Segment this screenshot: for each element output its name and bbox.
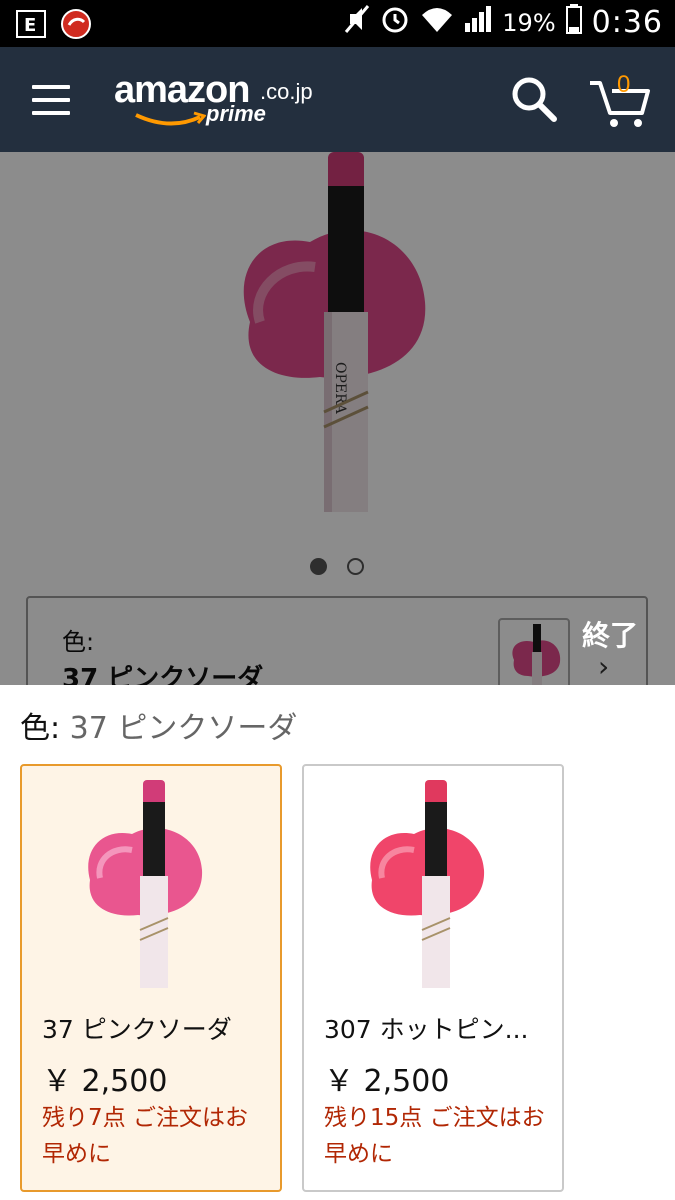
option-product-image (364, 780, 504, 990)
signal-icon (464, 5, 492, 40)
option-name: 307 ホットピン... (324, 1015, 529, 1044)
option-price: ￥ 2,500 (324, 1064, 450, 1099)
option-product-image (82, 780, 222, 990)
amazon-prime-logo[interactable]: amazon .co.jp prime (114, 69, 314, 133)
option-name: 37 ピンクソーダ (42, 1015, 232, 1044)
wifi-icon (420, 5, 454, 40)
security-app-icon (60, 8, 92, 44)
battery-icon (565, 4, 582, 41)
logo-domain: .co.jp (260, 79, 313, 104)
logo-prime: prime (206, 101, 266, 126)
done-button[interactable]: 終了 (582, 614, 638, 654)
color-options-sheet: 色: 37 ピンクソーダ 37 ピンクソーダ ￥ 2,500 残り7点 ご注文は… (0, 685, 675, 1200)
alarm-icon (380, 4, 410, 41)
option-price: ￥ 2,500 (42, 1064, 168, 1099)
option-stock-note: 残り15点 ご注文はお早めに (324, 1105, 545, 1167)
cart-icon[interactable]: 0 (588, 71, 652, 129)
sheet-title-value: 37 ピンクソーダ (69, 711, 298, 746)
sheet-title-key: 色: (20, 711, 61, 746)
app-header: amazon .co.jp prime 0 (0, 47, 675, 152)
menu-icon[interactable] (32, 85, 72, 115)
option-stock-note: 残り7点 ご注文はお早めに (42, 1105, 248, 1167)
svg-text:E: E (24, 15, 36, 36)
logo-smile-icon (135, 111, 206, 126)
status-bar: E 19% 0:36 (0, 0, 675, 47)
notification-app-icon: E (16, 10, 46, 42)
mute-icon (344, 4, 370, 41)
battery-percent: 19% (502, 8, 556, 37)
sheet-title: 色: 37 ピンクソーダ (20, 703, 297, 747)
search-icon[interactable] (510, 75, 558, 123)
modal-overlay[interactable] (0, 152, 675, 685)
color-option-card[interactable]: 307 ホットピン... ￥ 2,500 残り15点 ご注文はお早めに (302, 764, 564, 1192)
color-option-card[interactable]: 37 ピンクソーダ ￥ 2,500 残り7点 ご注文はお早めに (20, 764, 282, 1192)
cart-count-badge: 0 (617, 71, 631, 98)
clock: 0:36 (591, 5, 663, 40)
